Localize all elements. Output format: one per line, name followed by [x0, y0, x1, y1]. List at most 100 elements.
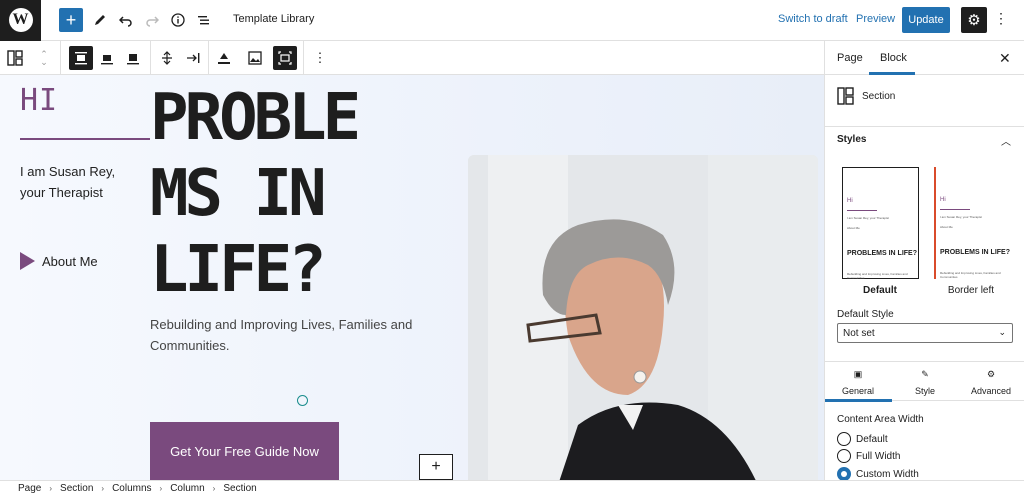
- preview-divider: [940, 209, 970, 210]
- pencil-icon[interactable]: [88, 8, 112, 32]
- full-width-icon[interactable]: [273, 46, 297, 70]
- preview-divider: [847, 210, 877, 211]
- therapist-photo[interactable]: [468, 155, 818, 480]
- section-block-icon[interactable]: [4, 46, 28, 70]
- document-title[interactable]: Template Library: [233, 13, 314, 25]
- brush-icon: ✎: [921, 369, 929, 379]
- about-me-link[interactable]: About Me: [20, 252, 98, 270]
- default-style-select[interactable]: Not set ⌄: [837, 323, 1013, 343]
- width-option-full[interactable]: Full Width: [837, 449, 900, 463]
- more-options-icon[interactable]: ⋮: [994, 10, 1008, 27]
- portrait-illustration: [468, 155, 818, 480]
- breadcrumb-item[interactable]: Column: [170, 483, 204, 494]
- add-block-button[interactable]: +: [59, 8, 83, 32]
- free-guide-button[interactable]: Get Your Free Guide Now: [150, 422, 339, 480]
- intro-text[interactable]: I am Susan Rey, your Therapist: [20, 161, 120, 203]
- chevron-up-icon[interactable]: ︿: [1001, 133, 1011, 148]
- tab-general[interactable]: ▣ General: [825, 362, 891, 402]
- undo-icon[interactable]: [114, 8, 138, 32]
- breadcrumb-item[interactable]: Section: [60, 483, 93, 494]
- align-center-icon[interactable]: [95, 46, 119, 70]
- tab-advanced-label: Advanced: [970, 386, 1012, 396]
- info-icon[interactable]: [166, 8, 190, 32]
- hi-divider: [20, 138, 150, 140]
- hi-heading[interactable]: HI: [20, 83, 58, 118]
- styles-panel-title[interactable]: Styles: [837, 134, 866, 145]
- style-label-default[interactable]: Default: [840, 285, 920, 296]
- image-icon[interactable]: [243, 46, 267, 70]
- preview-hi: Hi: [940, 197, 946, 203]
- preview-sub: Rebuilding and Improving Lives, Families…: [847, 272, 908, 280]
- preview-button[interactable]: Preview: [856, 13, 895, 25]
- preview-heading: PROBLEMS IN LIFE?: [847, 250, 917, 257]
- radio-button-checked[interactable]: [837, 467, 851, 481]
- gear-icon: ⚙: [986, 369, 996, 379]
- preview-about: About Me: [847, 226, 860, 230]
- redo-icon[interactable]: [140, 8, 164, 32]
- block-toolbar: ⌃ ⌄ ⋮: [0, 41, 824, 75]
- chevron-right-icon: ›: [159, 484, 163, 493]
- move-up-down-icon[interactable]: ⌃ ⌄: [32, 46, 56, 70]
- wordpress-icon: W: [8, 8, 33, 32]
- tab-style-label: Style: [914, 386, 935, 396]
- about-me-label: About Me: [42, 253, 98, 269]
- chevron-right-icon: ›: [212, 484, 216, 493]
- tab-page[interactable]: Page: [837, 52, 863, 64]
- block-settings-tabs: ▣ General ✎ Style ⚙ Advanced: [825, 361, 1024, 402]
- width-option-custom[interactable]: Custom Width: [837, 467, 919, 481]
- breadcrumb-item[interactable]: Page: [18, 483, 41, 494]
- chevron-right-icon: ›: [101, 484, 105, 493]
- default-style-value: Not set: [843, 327, 875, 339]
- justify-right-icon[interactable]: [181, 46, 205, 70]
- add-block-plus-button[interactable]: +: [419, 454, 453, 480]
- block-name: Section: [862, 91, 896, 102]
- content-area-width-label: Content Area Width: [837, 414, 924, 425]
- vertical-spacing-icon[interactable]: [155, 46, 179, 70]
- loading-spinner-icon: [297, 395, 308, 406]
- align-bottom-icon[interactable]: [121, 46, 145, 70]
- list-view-icon[interactable]: [192, 8, 216, 32]
- main-headline[interactable]: PROBLE MS IN LIFE?: [150, 80, 450, 308]
- width-option-default[interactable]: Default: [837, 432, 888, 446]
- radio-label: Default: [856, 433, 888, 445]
- breadcrumb-item[interactable]: Columns: [112, 483, 151, 494]
- breadcrumb: Page › Section › Columns › Column › Sect…: [0, 480, 1024, 496]
- close-icon[interactable]: ✕: [999, 50, 1011, 67]
- style-option-default[interactable]: Hi I am Susan Rey, your Therapist About …: [842, 167, 919, 280]
- chevron-right-icon: ›: [49, 484, 53, 493]
- settings-sidebar: Page Block ✕ Section Styles ︿ Hi I am Su…: [824, 41, 1024, 481]
- toolbar-divider: [208, 41, 209, 75]
- tab-advanced[interactable]: ⚙ Advanced: [958, 362, 1024, 402]
- wordpress-logo-button[interactable]: W: [0, 0, 41, 41]
- chevron-down-icon: ⌄: [998, 327, 1006, 337]
- preview-heading: PROBLEMS IN LIFE?: [940, 249, 1010, 256]
- editor-canvas: HI I am Susan Rey, your Therapist About …: [0, 75, 824, 480]
- preview-intro: I am Susan Rey, your Therapist: [940, 215, 982, 219]
- tab-general-label: General: [841, 386, 875, 396]
- tab-block[interactable]: Block: [880, 52, 907, 64]
- radio-label: Custom Width: [856, 468, 919, 480]
- default-style-label: Default Style: [837, 309, 894, 320]
- radio-button[interactable]: [837, 432, 851, 446]
- style-label-border-left[interactable]: Border left: [931, 285, 1011, 296]
- editor-top-bar: W + Template Library Switch to draft Pre…: [0, 0, 1024, 41]
- align-top-icon[interactable]: [69, 46, 93, 70]
- subheadline-text[interactable]: Rebuilding and Improving Lives, Families…: [150, 314, 450, 356]
- headline-line: MS IN: [150, 157, 327, 231]
- update-button[interactable]: Update: [902, 7, 950, 33]
- style-option-border-left[interactable]: Hi I am Susan Rey, your Therapist About …: [934, 167, 1011, 279]
- toolbar-divider: [60, 41, 61, 75]
- switch-to-draft-button[interactable]: Switch to draft: [778, 13, 848, 25]
- toolbar-divider: [303, 41, 304, 75]
- radio-button[interactable]: [837, 449, 851, 463]
- tab-style[interactable]: ✎ Style: [892, 362, 958, 402]
- color-fill-icon[interactable]: [212, 46, 236, 70]
- toolbar-divider: [150, 41, 151, 75]
- block-card: Section: [825, 75, 1024, 127]
- settings-gear-icon[interactable]: ⚙: [961, 7, 987, 33]
- preview-intro: I am Susan Rey, your Therapist: [847, 216, 889, 220]
- block-options-icon[interactable]: ⋮: [308, 46, 332, 70]
- section-block-icon: [837, 87, 855, 105]
- preview-hi: Hi: [847, 198, 853, 204]
- breadcrumb-item[interactable]: Section: [223, 483, 256, 494]
